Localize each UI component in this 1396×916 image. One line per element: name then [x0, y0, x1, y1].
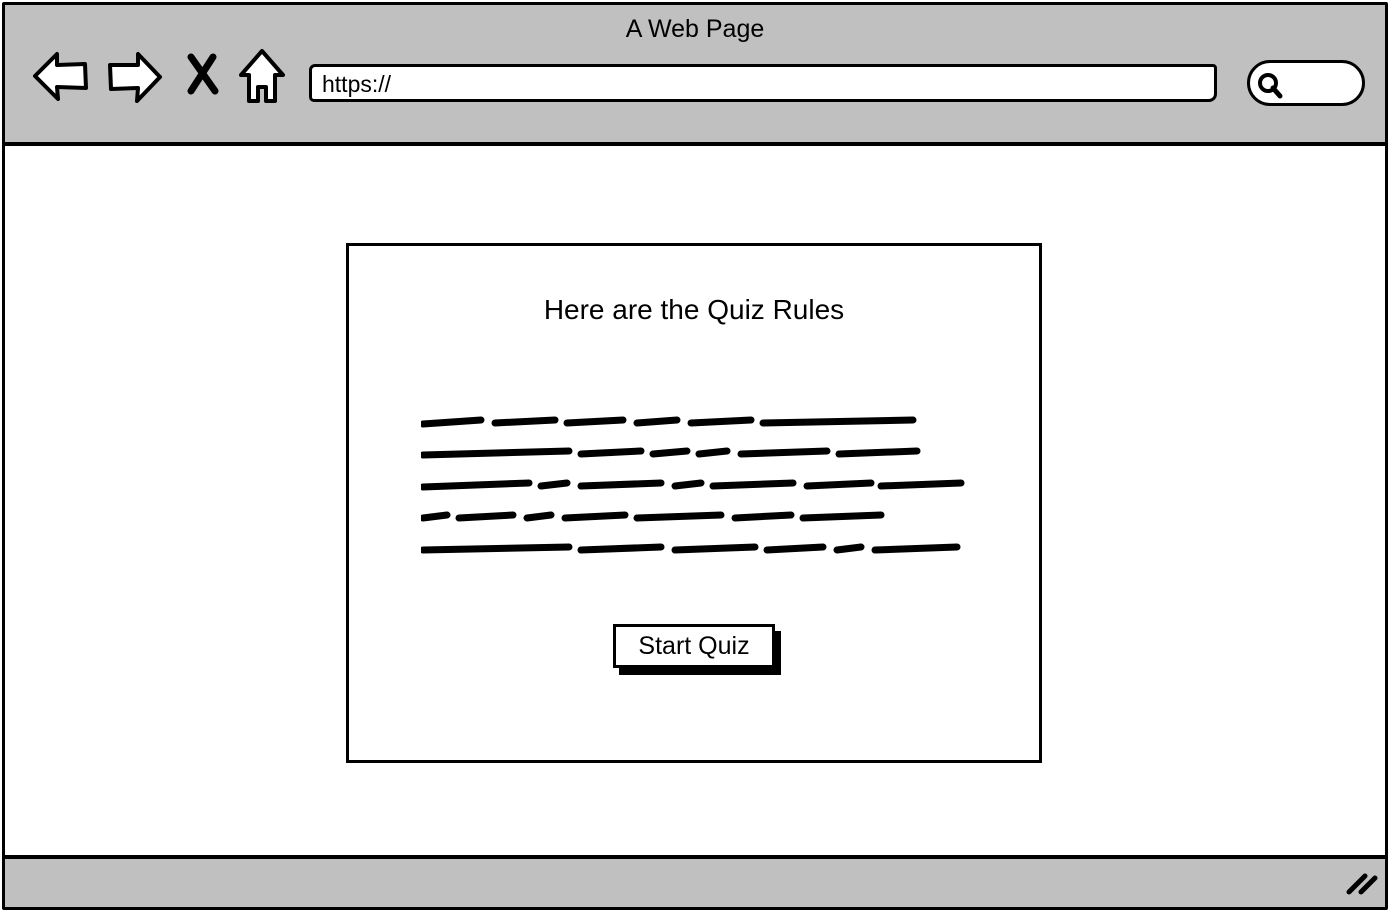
url-text: https://: [322, 71, 392, 97]
address-bar[interactable]: https://: [309, 64, 1217, 102]
window-title: A Web Page: [625, 15, 765, 43]
forward-arrow-icon[interactable]: [106, 50, 164, 109]
close-x-icon[interactable]: [185, 53, 221, 102]
quiz-rules-title: Here are the Quiz Rules: [543, 294, 845, 325]
back-arrow-icon[interactable]: [31, 50, 89, 107]
resize-grip-icon[interactable]: [1343, 868, 1379, 901]
browser-window: A Web Page https:// Here are the Quiz Ru…: [2, 2, 1388, 910]
browser-statusbar: [5, 855, 1385, 907]
browser-titlebar: A Web Page https://: [5, 5, 1385, 146]
search-box[interactable]: [1247, 60, 1365, 106]
start-quiz-button[interactable]: Start Quiz: [613, 624, 775, 668]
page-content: Here are the Quiz Rules Start Quiz: [5, 146, 1385, 861]
search-icon: [1256, 71, 1284, 104]
rules-placeholder-scribble: [421, 416, 965, 554]
home-icon[interactable]: [237, 47, 287, 110]
quiz-rules-card: Here are the Quiz Rules Start Quiz: [346, 243, 1042, 763]
